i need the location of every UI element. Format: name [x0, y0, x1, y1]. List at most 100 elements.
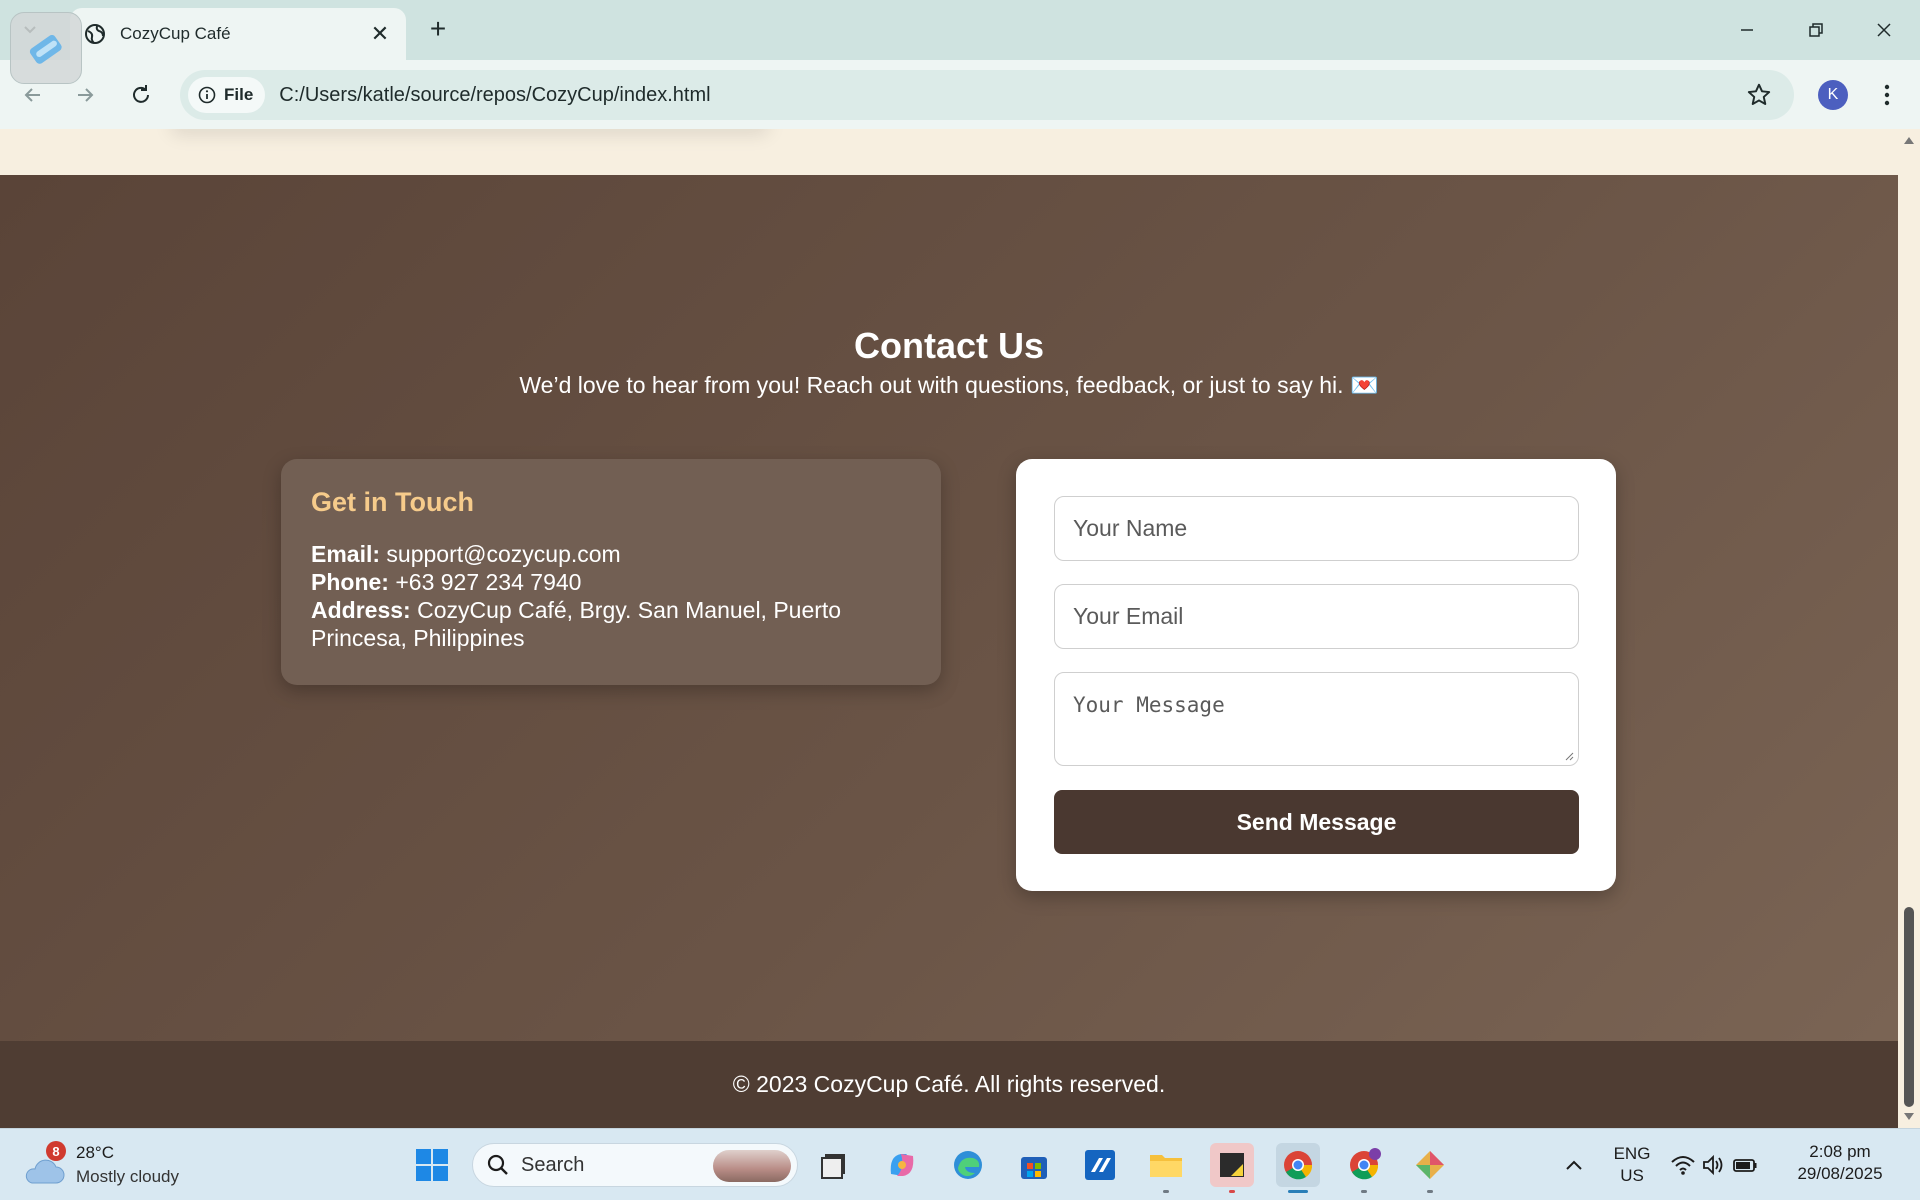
scrollbar-thumb[interactable] — [1904, 907, 1914, 1107]
arrow-right-icon — [78, 88, 94, 102]
browser-tab[interactable]: CozyCup Café ✕ — [70, 8, 406, 60]
phone-line: Phone: +63 927 234 7940 — [311, 568, 911, 596]
email-value: support@cozycup.com — [386, 541, 621, 567]
git-app[interactable] — [1408, 1143, 1452, 1193]
profile-avatar[interactable]: K — [1818, 80, 1848, 110]
chrome-app-profile[interactable] — [1342, 1143, 1386, 1193]
start-button[interactable] — [410, 1143, 454, 1187]
globe-icon — [85, 24, 105, 44]
url-text[interactable]: C:/Users/katle/source/repos/CozyCup/inde… — [279, 84, 710, 107]
close-icon — [1877, 23, 1891, 37]
contact-heading: Contact Us — [853, 325, 1045, 366]
email-line: Email: support@cozycup.com — [311, 540, 911, 568]
search-highlight-image — [713, 1150, 791, 1182]
site-info-label: File — [224, 85, 254, 104]
arrow-left-icon — [24, 88, 40, 102]
store-icon — [1021, 1157, 1047, 1179]
tab-title: CozyCup Café — [120, 24, 231, 43]
contact-section: Contact Us We’d love to hear from you! R… — [0, 175, 1898, 1041]
minimize-icon — [1741, 29, 1753, 31]
caret-up-icon — [1904, 137, 1914, 144]
address-label: Address: — [311, 597, 411, 623]
battery-icon — [1733, 1159, 1757, 1172]
search-label: Search — [521, 1153, 585, 1176]
info-card-heading: Get in Touch — [311, 487, 474, 517]
sticky-note-icon — [1220, 1153, 1244, 1177]
chrome-icon — [1284, 1151, 1313, 1180]
vs-app[interactable] — [1078, 1143, 1122, 1187]
chevron-up-icon — [1566, 1160, 1582, 1170]
page-viewport: Contact Us We’d love to hear from you! R… — [0, 129, 1898, 1128]
name-input[interactable]: Your Name — [1054, 496, 1579, 561]
restore-button[interactable] — [1794, 12, 1838, 48]
weather-condition: Mostly cloudy — [76, 1167, 179, 1186]
close-tab-icon[interactable]: ✕ — [368, 21, 392, 47]
phone-value: +63 927 234 7940 — [395, 569, 582, 595]
windows-taskbar: 8 28°C Mostly cloudy Search ENG US 2:08 … — [0, 1128, 1920, 1200]
copilot-app[interactable] — [880, 1143, 924, 1187]
quick-settings-button[interactable] — [1664, 1143, 1764, 1187]
phone-label: Phone: — [311, 569, 389, 595]
close-window-button[interactable] — [1862, 12, 1906, 48]
page-footer: © 2023 CozyCup Café. All rights reserved… — [0, 1041, 1898, 1128]
language-code: ENG — [1613, 1144, 1651, 1163]
contact-info-card: Get in Touch Email: support@cozycup.com … — [281, 459, 941, 685]
minimize-button[interactable] — [1725, 12, 1769, 48]
clock[interactable]: 2:08 pm 29/08/2025 — [1780, 1141, 1900, 1185]
scroll-down-arrow[interactable] — [1902, 1110, 1916, 1124]
wifi-icon — [1671, 1156, 1695, 1175]
clock-time: 2:08 pm — [1809, 1142, 1871, 1161]
resize-grip-icon[interactable] — [1564, 751, 1574, 761]
show-hidden-icons-button[interactable] — [1552, 1143, 1596, 1187]
send-message-button[interactable]: Send Message — [1054, 790, 1579, 854]
running-indicator — [1163, 1190, 1169, 1193]
message-textarea[interactable]: Your Message — [1054, 672, 1579, 766]
volume-icon — [1703, 1154, 1723, 1176]
page-scrollbar[interactable] — [1898, 129, 1920, 1128]
search-icon — [487, 1154, 508, 1175]
caret-down-icon — [1904, 1113, 1914, 1120]
file-explorer-app[interactable] — [1144, 1143, 1188, 1193]
diamond-app-icon — [1416, 1151, 1444, 1179]
task-view-icon — [821, 1154, 845, 1179]
weather-alert-badge: 8 — [46, 1141, 66, 1161]
edge-app[interactable] — [946, 1143, 990, 1187]
running-indicator — [1427, 1190, 1433, 1193]
pencil-app-icon — [29, 34, 62, 64]
site-info-chip[interactable]: File — [188, 77, 266, 113]
sticky-notes-app[interactable] — [1210, 1143, 1254, 1193]
clock-date: 29/08/2025 — [1797, 1164, 1883, 1183]
visual-studio-icon — [1085, 1150, 1115, 1180]
reload-icon — [133, 85, 149, 103]
new-tab-button[interactable]: + — [422, 14, 454, 46]
chrome-icon — [1350, 1148, 1381, 1180]
contact-subtitle: We’d love to hear from you! Reach out wi… — [519, 372, 1379, 398]
message-placeholder: Your Message — [1073, 693, 1225, 717]
contact-form: Your Name Your Email Your Message Send M… — [1016, 459, 1616, 891]
edge-icon — [954, 1151, 982, 1179]
region-code: US — [1620, 1166, 1644, 1185]
chrome-app-active[interactable] — [1276, 1143, 1320, 1193]
reload-button[interactable] — [122, 76, 160, 114]
language-indicator[interactable]: ENG US — [1604, 1143, 1660, 1187]
floating-app-icon[interactable] — [10, 12, 82, 84]
windows-logo-icon — [416, 1149, 448, 1181]
active-indicator — [1288, 1190, 1308, 1193]
email-label: Email: — [311, 541, 381, 567]
address-bar[interactable]: File C:/Users/katle/source/repos/CozyCup… — [180, 70, 1794, 120]
browser-menu-button[interactable] — [1872, 78, 1902, 112]
taskbar-search[interactable]: Search — [472, 1143, 798, 1187]
address-line: Address: CozyCup Café, Brgy. San Manuel,… — [311, 596, 911, 652]
restore-icon — [1809, 23, 1823, 37]
bookmark-star-icon[interactable] — [1746, 82, 1772, 108]
task-view-button[interactable] — [812, 1143, 856, 1187]
browser-toolbar: File C:/Users/katle/source/repos/CozyCup… — [0, 60, 1920, 129]
more-vertical-icon — [1884, 84, 1890, 106]
weather-widget[interactable]: 8 28°C Mostly cloudy — [22, 1141, 232, 1191]
weather-temperature: 28°C — [76, 1143, 114, 1162]
folder-icon — [1150, 1155, 1182, 1177]
info-icon — [198, 86, 216, 104]
email-input[interactable]: Your Email — [1054, 584, 1579, 649]
store-app[interactable] — [1012, 1143, 1056, 1187]
scroll-up-arrow[interactable] — [1902, 133, 1916, 147]
